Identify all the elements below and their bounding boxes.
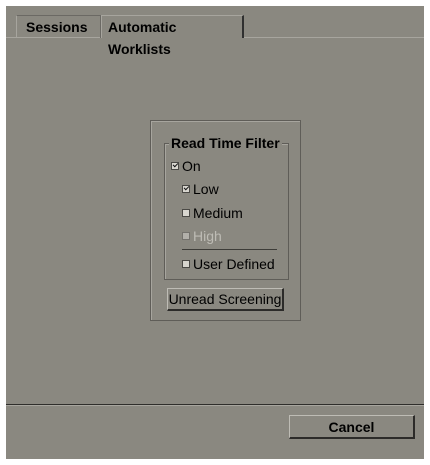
high-checkbox-row: High (182, 227, 222, 245)
read-time-filter-panel: Read Time Filter On Low Medium High User… (150, 120, 301, 321)
user-defined-checkbox-label: User Defined (193, 256, 275, 272)
bottom-divider-highlight (6, 405, 424, 406)
on-checkbox-label: On (182, 158, 201, 174)
medium-checkbox-unchecked-icon[interactable] (182, 209, 190, 217)
user-defined-checkbox-unchecked-icon[interactable] (182, 260, 190, 268)
read-time-filter-title: Read Time Filter (171, 135, 280, 151)
tab-automatic-worklists-label: Automatic Worklists (108, 19, 177, 57)
cancel-button[interactable]: Cancel (289, 415, 415, 439)
medium-checkbox-row[interactable]: Medium (182, 204, 243, 222)
high-checkbox-unchecked-icon (182, 232, 190, 240)
low-checkbox-row[interactable]: Low (182, 180, 219, 198)
worklist-settings-window: Sessions Automatic Worklists Read Time F… (6, 6, 424, 459)
tab-automatic-worklists[interactable]: Automatic Worklists (101, 15, 244, 57)
low-checkbox-label: Low (193, 181, 219, 197)
user-defined-checkbox-row[interactable]: User Defined (182, 255, 275, 273)
high-checkbox-label: High (193, 228, 222, 244)
on-checkbox-checked-icon[interactable] (171, 162, 179, 170)
medium-checkbox-label: Medium (193, 205, 243, 221)
on-checkbox-row[interactable]: On (171, 157, 201, 175)
low-checkbox-checked-icon[interactable] (182, 185, 190, 193)
tab-baseline-left (6, 37, 100, 38)
checkbox-separator (182, 249, 277, 250)
tab-sessions[interactable]: Sessions (16, 15, 101, 38)
unread-screening-button[interactable]: Unread Screening (167, 288, 284, 311)
tab-sessions-label: Sessions (26, 19, 88, 35)
tab-baseline-right (244, 37, 424, 38)
